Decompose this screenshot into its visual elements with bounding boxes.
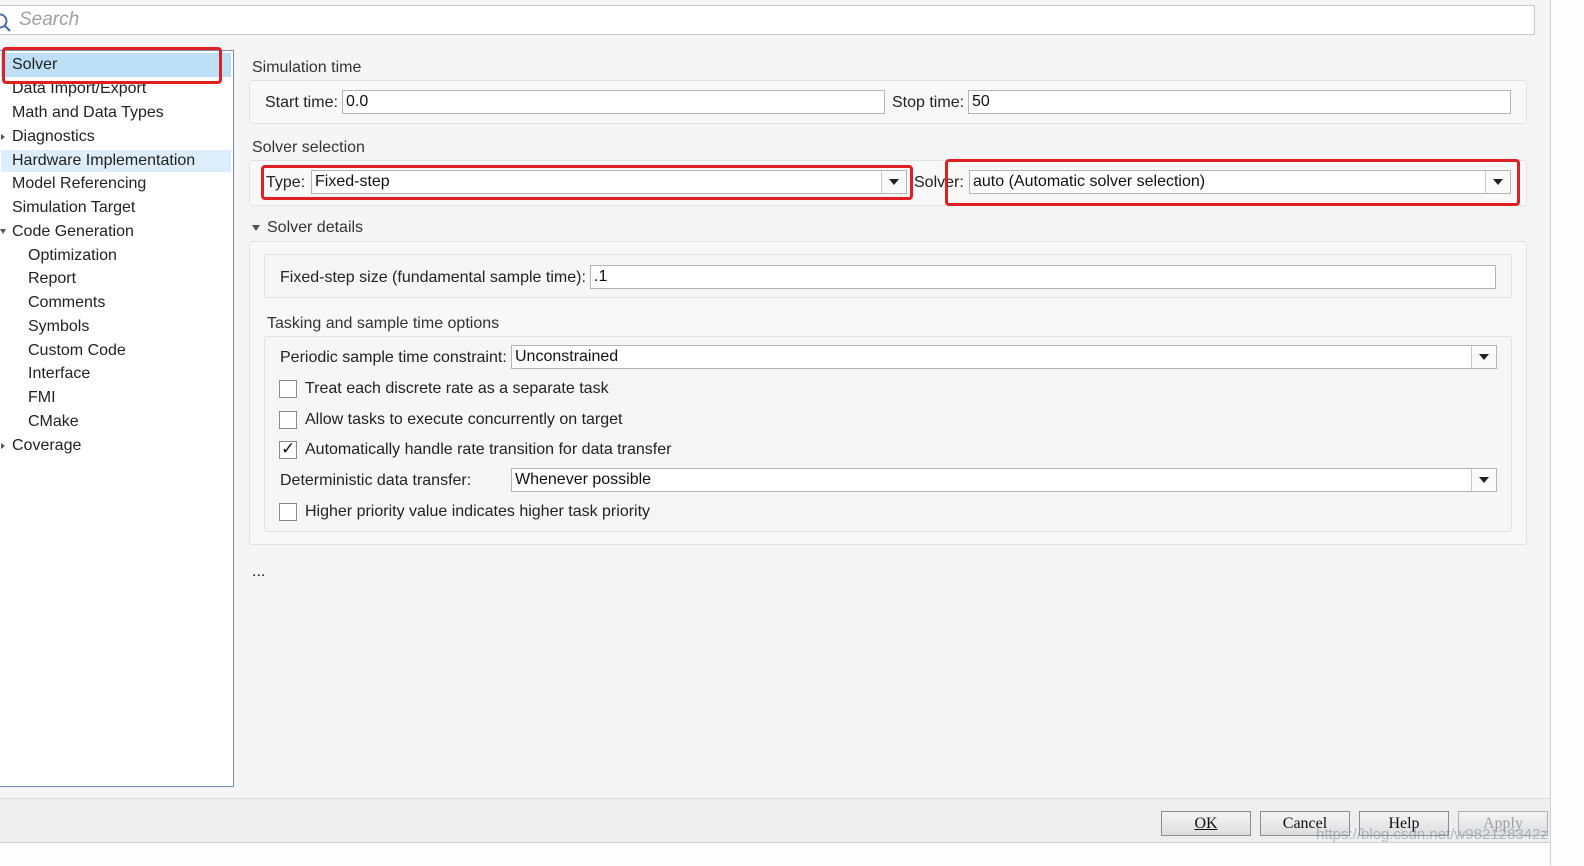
stop-time-label: Stop time: (892, 94, 965, 111)
nav-item-hardware-implementation[interactable]: Hardware Implementation (12, 150, 195, 172)
nav-item-symbols[interactable]: Symbols (28, 316, 89, 338)
priority-label: Higher priority value indicates higher t… (305, 503, 651, 520)
rate-transition-label: Automatically handle rate transition for… (305, 441, 672, 458)
concurrent-tasks-checkbox[interactable] (279, 411, 297, 429)
nav-item-custom-code[interactable]: Custom Code (28, 340, 126, 362)
periodic-constraint-label: Periodic sample time constraint: (280, 349, 507, 366)
ok-button[interactable]: OK (1161, 811, 1251, 836)
highlight-box (945, 159, 1520, 206)
solver-selection-heading: Solver selection (252, 139, 365, 156)
deterministic-transfer-value: Whenever possible (515, 471, 652, 488)
nav-item-simulation-target[interactable]: Simulation Target (12, 197, 135, 219)
nav-item-comments[interactable]: Comments (28, 292, 105, 314)
watermark-text: https://blog.csdn.net/w982128342z (1316, 826, 1548, 843)
nav-item-coverage[interactable]: Coverage (12, 435, 81, 457)
discrete-rate-label: Treat each discrete rate as a separate t… (305, 380, 609, 397)
deterministic-transfer-label: Deterministic data transfer: (280, 472, 472, 489)
simulation-time-heading: Simulation time (252, 59, 362, 76)
discrete-rate-checkbox[interactable] (279, 380, 297, 398)
tasking-heading: Tasking and sample time options (267, 315, 500, 332)
nav-item-math-data-types[interactable]: Math and Data Types (12, 102, 164, 124)
expand-arrow-icon[interactable] (1, 134, 5, 140)
nav-item-model-referencing[interactable]: Model Referencing (12, 173, 146, 195)
nav-item-interface[interactable]: Interface (28, 363, 90, 385)
rate-transition-checkbox[interactable]: ✓ (279, 439, 297, 459)
dropdown-arrow-icon[interactable] (1471, 346, 1496, 368)
deterministic-transfer-dropdown[interactable]: Whenever possible (511, 468, 1497, 492)
more-options-ellipsis[interactable]: ... (252, 561, 265, 583)
solver-details-heading[interactable]: Solver details (267, 219, 363, 237)
window-edge (0, 842, 1550, 866)
dropdown-arrow-icon[interactable] (1471, 469, 1496, 491)
periodic-constraint-value: Unconstrained (515, 348, 619, 365)
highlight-box (261, 165, 913, 200)
nav-item-cmake[interactable]: CMake (28, 411, 79, 433)
checkmark-icon: ✓ (281, 439, 296, 458)
search-input[interactable] (19, 8, 1519, 32)
nav-item-report[interactable]: Report (28, 268, 76, 290)
search-icon (0, 13, 11, 32)
highlight-box (2, 47, 222, 84)
step-size-label: Fixed-step size (fundamental sample time… (280, 269, 586, 286)
concurrent-tasks-label: Allow tasks to execute concurrently on t… (305, 411, 623, 428)
nav-item-fmi[interactable]: FMI (28, 387, 56, 409)
periodic-constraint-dropdown[interactable]: Unconstrained (511, 345, 1497, 369)
collapse-arrow-icon[interactable] (252, 225, 260, 231)
nav-item-optimization[interactable]: Optimization (28, 245, 117, 267)
start-time-field[interactable]: 0.0 (342, 90, 885, 114)
step-size-field[interactable]: .1 (590, 265, 1496, 289)
collapse-arrow-icon[interactable] (0, 229, 6, 234)
priority-checkbox[interactable] (279, 503, 297, 521)
stop-time-field[interactable]: 50 (968, 90, 1511, 114)
expand-arrow-icon[interactable] (1, 443, 5, 449)
start-time-label: Start time: (265, 94, 338, 111)
search-bar[interactable] (0, 5, 1535, 35)
window-edge (1550, 0, 1584, 865)
nav-item-diagnostics[interactable]: Diagnostics (12, 126, 95, 148)
nav-item-code-generation[interactable]: Code Generation (12, 221, 134, 243)
